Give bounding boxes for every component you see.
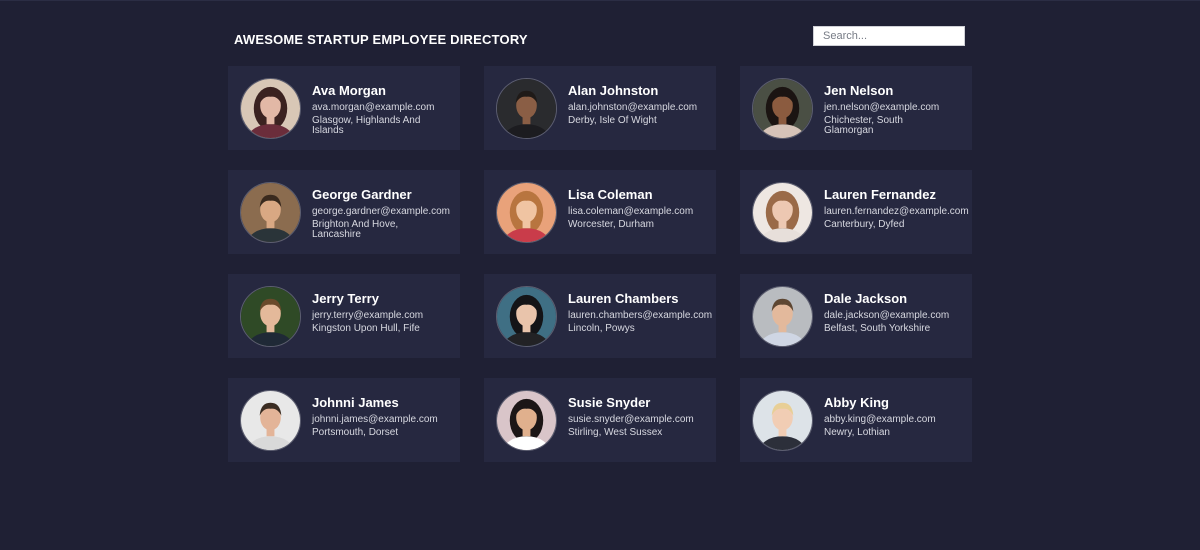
employee-name: Dale Jackson (824, 291, 908, 306)
employee-info: Lauren Fernandez lauren.fernandez@example… (824, 187, 984, 230)
employee-location: Glasgow, Highlands And Islands (312, 115, 421, 136)
employee-email: abby.king@example.com (824, 414, 936, 425)
employee-card[interactable]: Lauren Chambers lauren.chambers@example.c… (484, 274, 716, 358)
search-input[interactable] (813, 26, 965, 46)
employee-email: alan.johnston@example.com (568, 102, 698, 113)
employee-email: dale.jackson@example.com (824, 310, 950, 321)
employee-card[interactable]: Lauren Fernandez lauren.fernandez@example… (740, 170, 972, 254)
employee-location: Newry, Lothian (824, 427, 890, 438)
employee-card[interactable]: Jerry Terry jerry.terry@example.com Kingst… (228, 274, 460, 358)
employee-info: Dale Jackson dale.jackson@example.com Belf… (824, 291, 984, 334)
employee-info: Johnni James johnni.james@example.com Port… (312, 395, 472, 438)
employee-card[interactable]: Abby King abby.king@example.com Newry, Lot… (740, 378, 972, 462)
employee-name: Ava Morgan (312, 83, 386, 98)
employee-location: Canterbury, Dyfed (824, 219, 905, 230)
employee-card[interactable]: Alan Johnston alan.johnston@example.com De… (484, 66, 716, 150)
avatar (752, 78, 813, 139)
employee-name: Abby King (824, 395, 889, 410)
employee-info: Lauren Chambers lauren.chambers@example.c… (568, 291, 728, 334)
employee-grid: Ava Morgan ava.morgan@example.com Glasgow,… (228, 66, 972, 462)
employee-info: Lisa Coleman lisa.coleman@example.com Worc… (568, 187, 728, 230)
employee-name: Jen Nelson (824, 83, 894, 98)
employee-location: Belfast, South Yorkshire (824, 323, 931, 334)
employee-info: George Gardner george.gardner@example.com… (312, 187, 472, 240)
avatar (752, 390, 813, 451)
employee-email: lauren.chambers@example.com (568, 310, 713, 321)
employee-location: Stirling, West Sussex (568, 427, 663, 438)
avatar (240, 78, 301, 139)
employee-info: Abby King abby.king@example.com Newry, Lot… (824, 395, 984, 438)
employee-email: george.gardner@example.com (312, 206, 451, 217)
top-border (0, 0, 1200, 1)
page-title: AWESOME STARTUP EMPLOYEE DIRECTORY (234, 32, 528, 47)
employee-email: lisa.coleman@example.com (568, 206, 694, 217)
avatar (240, 182, 301, 243)
avatar (752, 182, 813, 243)
employee-email: jerry.terry@example.com (312, 310, 424, 321)
employee-info: Ava Morgan ava.morgan@example.com Glasgow,… (312, 83, 472, 136)
avatar (496, 390, 557, 451)
employee-email: lauren.fernandez@example.com (824, 206, 969, 217)
avatar (496, 286, 557, 347)
employee-location: Brighton And Hove, Lancashire (312, 219, 399, 240)
employee-card[interactable]: Dale Jackson dale.jackson@example.com Belf… (740, 274, 972, 358)
avatar (496, 182, 557, 243)
employee-card[interactable]: Johnni James johnni.james@example.com Port… (228, 378, 460, 462)
employee-location: Derby, Isle Of Wight (568, 115, 657, 126)
employee-card[interactable]: George Gardner george.gardner@example.com… (228, 170, 460, 254)
employee-name: Jerry Terry (312, 291, 379, 306)
employee-info: Jen Nelson jen.nelson@example.com Chichest… (824, 83, 984, 136)
employee-name: Lisa Coleman (568, 187, 653, 202)
employee-name: Lauren Fernandez (824, 187, 936, 202)
employee-location: Worcester, Durham (568, 219, 654, 230)
employee-card[interactable]: Lisa Coleman lisa.coleman@example.com Worc… (484, 170, 716, 254)
avatar (752, 286, 813, 347)
employee-name: Alan Johnston (568, 83, 659, 98)
employee-info: Jerry Terry jerry.terry@example.com Kingst… (312, 291, 472, 334)
employee-name: George Gardner (312, 187, 412, 202)
employee-info: Alan Johnston alan.johnston@example.com De… (568, 83, 728, 126)
employee-name: Susie Snyder (568, 395, 651, 410)
employee-location: Chichester, South Glamorgan (824, 115, 903, 136)
employee-name: Lauren Chambers (568, 291, 679, 306)
employee-email: susie.snyder@example.com (568, 414, 694, 425)
employee-email: johnni.james@example.com (312, 414, 438, 425)
avatar (496, 78, 557, 139)
employee-name: Johnni James (312, 395, 399, 410)
employee-location: Lincoln, Powys (568, 323, 635, 334)
employee-info: Susie Snyder susie.snyder@example.com Stir… (568, 395, 728, 438)
avatar (240, 286, 301, 347)
avatar (240, 390, 301, 451)
employee-location: Portsmouth, Dorset (312, 427, 399, 438)
employee-location: Kingston Upon Hull, Fife (312, 323, 420, 334)
employee-email: ava.morgan@example.com (312, 102, 435, 113)
employee-card[interactable]: Jen Nelson jen.nelson@example.com Chichest… (740, 66, 972, 150)
employee-card[interactable]: Ava Morgan ava.morgan@example.com Glasgow,… (228, 66, 460, 150)
employee-card[interactable]: Susie Snyder susie.snyder@example.com Stir… (484, 378, 716, 462)
employee-email: jen.nelson@example.com (824, 102, 940, 113)
